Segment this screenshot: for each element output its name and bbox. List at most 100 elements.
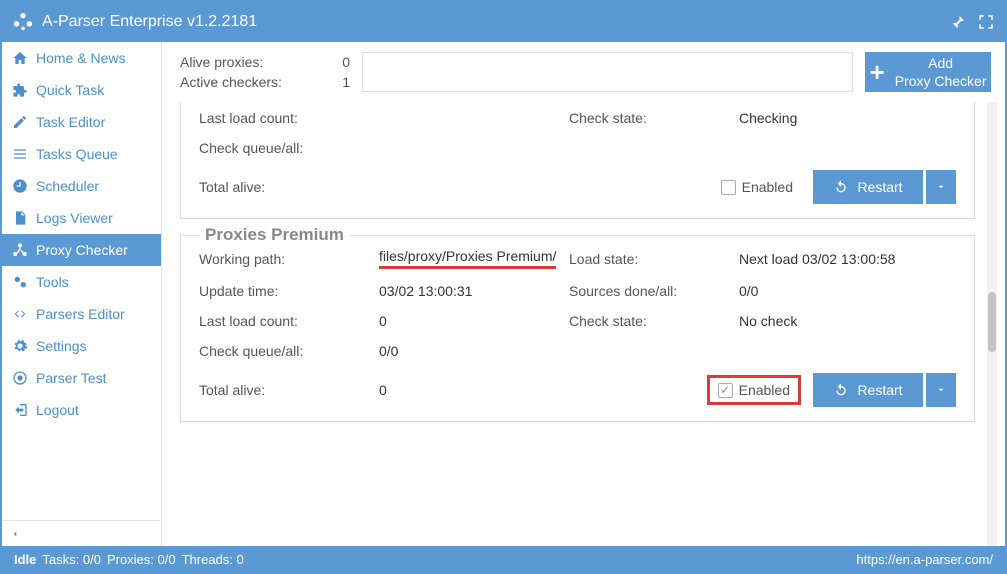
sidebar-item-label: Parser Test [36, 370, 107, 386]
enabled-label: Enabled [739, 382, 790, 398]
enabled-checkbox-group[interactable]: Enabled [707, 375, 801, 405]
total-alive-label: Total alive: [199, 382, 379, 398]
gear-icon [12, 338, 28, 354]
checkbox-unchecked-icon [721, 180, 736, 195]
sidebar-item-label: Tasks Queue [36, 146, 118, 162]
sidebar-item-logs-viewer[interactable]: Logs Viewer [2, 202, 161, 234]
home-icon [12, 50, 28, 66]
sidebar-item-label: Settings [36, 338, 87, 354]
sidebar-item-home[interactable]: Home & News [2, 42, 161, 74]
alive-proxies-value: 0 [342, 54, 350, 70]
chevron-left-icon [10, 529, 20, 539]
load-state-value: Next load 03/02 13:00:58 [739, 251, 956, 267]
status-bar: Idle Tasks: 0/0 Proxies: 0/0 Threads: 0 … [2, 546, 1005, 572]
check-queue-label: Check queue/all: [199, 140, 379, 156]
last-load-count-label: Last load count: [199, 313, 379, 329]
sidebar-item-label: Tools [36, 274, 69, 290]
sidebar-item-quick-task[interactable]: Quick Task [2, 74, 161, 106]
sidebar-item-label: Task Editor [36, 114, 105, 130]
title-bar: A-Parser Enterprise v1.2.2181 [2, 2, 1005, 42]
sidebar-item-label: Quick Task [36, 82, 104, 98]
sidebar-item-label: Logs Viewer [36, 210, 113, 226]
sidebar-item-settings[interactable]: Settings [2, 330, 161, 362]
restart-dropdown[interactable] [926, 373, 956, 407]
alive-proxies-label: Alive proxies: [180, 54, 263, 70]
sidebar-item-scheduler[interactable]: Scheduler [2, 170, 161, 202]
pencil-icon [12, 114, 28, 130]
app-title: A-Parser Enterprise v1.2.2181 [42, 13, 939, 31]
refresh-icon [833, 382, 849, 398]
sources-done-label: Sources done/all: [569, 283, 739, 299]
status-threads: Threads: 0 [182, 552, 244, 567]
checker-panel-proxies-premium: Proxies Premium Working path: files/prox… [180, 235, 975, 422]
checker-panel-partial: Last load count: Check state: Checking C… [180, 102, 975, 219]
add-proxy-checker-button[interactable]: + Add Proxy Checker [865, 52, 991, 92]
sidebar-item-label: Proxy Checker [36, 242, 128, 258]
vertical-scrollbar[interactable] [987, 102, 997, 546]
working-path-value: files/proxy/Proxies Premium/ [379, 248, 556, 269]
refresh-icon [833, 179, 849, 195]
update-time-value: 03/02 13:00:31 [379, 283, 569, 299]
caret-down-icon [936, 385, 946, 395]
sidebar-collapse-toggle[interactable] [2, 520, 161, 546]
restart-label: Restart [857, 382, 902, 398]
check-queue-label: Check queue/all: [199, 343, 379, 359]
check-state-label: Check state: [569, 313, 739, 329]
stats-block: Alive proxies: 0 Active checkers: 1 [180, 52, 350, 92]
plus-icon: + [870, 59, 885, 85]
sidebar-item-label: Home & News [36, 50, 125, 66]
check-state-label: Check state: [569, 110, 739, 126]
total-alive-label: Total alive: [199, 179, 379, 195]
sources-done-value: 0/0 [739, 283, 956, 299]
load-state-label: Load state: [569, 251, 739, 267]
active-checkers-label: Active checkers: [180, 74, 282, 90]
last-load-count-label: Last load count: [199, 110, 379, 126]
sidebar-item-label: Logout [36, 402, 79, 418]
fullscreen-icon[interactable] [977, 13, 995, 31]
sidebar-item-label: Parsers Editor [36, 306, 125, 322]
puzzle-icon [12, 82, 28, 98]
sidebar-item-tasks-queue[interactable]: Tasks Queue [2, 138, 161, 170]
panel-title: Proxies Premium [199, 225, 350, 245]
target-icon [12, 370, 28, 386]
restart-dropdown[interactable] [926, 170, 956, 204]
add-button-label: Add Proxy Checker [895, 54, 987, 90]
sidebar: Home & News Quick Task Task Editor Tasks… [2, 42, 162, 546]
cogs-icon [12, 274, 28, 290]
app-logo-icon [12, 11, 34, 33]
list-icon [12, 146, 28, 162]
status-tasks: Tasks: 0/0 [42, 552, 101, 567]
status-idle: Idle [14, 552, 36, 567]
total-alive-value: 0 [379, 382, 569, 398]
enabled-label: Enabled [742, 179, 793, 195]
status-url-link[interactable]: https://en.a-parser.com/ [856, 552, 993, 567]
top-bar: Alive proxies: 0 Active checkers: 1 + Add … [162, 42, 1005, 102]
check-state-value: Checking [739, 110, 956, 126]
restart-button[interactable]: Restart [813, 373, 923, 407]
status-proxies: Proxies: 0/0 [107, 552, 176, 567]
clock-icon [12, 178, 28, 194]
pin-icon[interactable] [949, 13, 967, 31]
sidebar-item-task-editor[interactable]: Task Editor [2, 106, 161, 138]
sidebar-item-parsers-editor[interactable]: Parsers Editor [2, 298, 161, 330]
network-icon [12, 242, 28, 258]
sidebar-item-parser-test[interactable]: Parser Test [2, 362, 161, 394]
check-state-value: No check [739, 313, 956, 329]
sidebar-item-label: Scheduler [36, 178, 99, 194]
code-icon [12, 306, 28, 322]
document-icon [12, 210, 28, 226]
sidebar-item-logout[interactable]: Logout [2, 394, 161, 426]
log-area [362, 52, 853, 92]
restart-label: Restart [857, 179, 902, 195]
update-time-label: Update time: [199, 283, 379, 299]
sidebar-item-proxy-checker[interactable]: Proxy Checker [2, 234, 161, 266]
active-checkers-value: 1 [342, 74, 350, 90]
enabled-checkbox-group[interactable]: Enabled [713, 175, 801, 199]
checkbox-checked-icon [718, 383, 733, 398]
working-path-label: Working path: [199, 251, 379, 267]
logout-icon [12, 402, 28, 418]
restart-button[interactable]: Restart [813, 170, 923, 204]
scrollbar-thumb[interactable] [988, 292, 996, 352]
check-queue-value: 0/0 [379, 343, 569, 359]
sidebar-item-tools[interactable]: Tools [2, 266, 161, 298]
